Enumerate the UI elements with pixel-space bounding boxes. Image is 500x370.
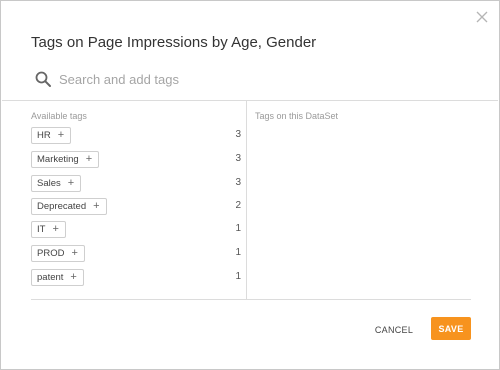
dataset-tags-header: Tags on this DataSet <box>255 111 339 121</box>
tag-count: 1 <box>235 271 241 282</box>
tag-chip-sales[interactable]: Sales + <box>31 175 82 192</box>
list-item: Sales + 3 <box>31 175 241 193</box>
list-item: HR + 3 <box>31 127 241 145</box>
dialog-title: Tags on Page Impressions by Age, Gender <box>31 34 317 51</box>
tag-chip-prod[interactable]: PROD + <box>31 245 85 262</box>
close-icon[interactable] <box>476 11 490 25</box>
tag-count: 1 <box>235 223 241 234</box>
add-tag-icon: + <box>67 177 75 189</box>
tag-count: 2 <box>235 200 241 211</box>
tag-chip-hr[interactable]: HR + <box>31 127 72 144</box>
tag-label: patent <box>37 272 64 283</box>
tag-count: 1 <box>235 247 241 258</box>
tag-label: Deprecated <box>37 201 87 212</box>
list-item: IT + 1 <box>31 221 241 239</box>
add-tag-icon: + <box>57 129 65 141</box>
add-tag-icon: + <box>71 247 78 259</box>
tag-chip-marketing[interactable]: Marketing + <box>31 151 100 168</box>
tag-label: PROD <box>37 248 65 259</box>
add-tag-icon: + <box>70 271 77 283</box>
list-item: Deprecated + 2 <box>31 198 241 216</box>
tag-label: Sales <box>37 178 61 189</box>
add-tag-icon: + <box>52 223 59 235</box>
divider <box>2 100 498 101</box>
list-item: Marketing + 3 <box>31 151 241 169</box>
tag-count: 3 <box>235 129 241 140</box>
list-item: patent + 1 <box>31 269 241 287</box>
footer-divider <box>31 299 471 300</box>
tag-label: Marketing <box>37 154 79 165</box>
cancel-button[interactable]: CANCEL <box>373 322 415 338</box>
search-bar[interactable] <box>31 65 471 93</box>
save-button[interactable]: SAVE <box>431 317 471 340</box>
list-item: PROD + 1 <box>31 245 241 263</box>
column-divider <box>246 101 247 300</box>
tag-label: IT <box>37 224 46 235</box>
search-input[interactable] <box>59 71 439 87</box>
tags-dialog: Tags on Page Impressions by Age, Gender … <box>0 0 500 370</box>
tag-chip-it[interactable]: IT + <box>31 221 66 238</box>
tag-count: 3 <box>235 153 241 164</box>
search-icon <box>35 71 51 87</box>
add-tag-icon: + <box>93 200 100 212</box>
tag-count: 3 <box>235 177 241 188</box>
tag-chip-deprecated[interactable]: Deprecated + <box>31 198 107 215</box>
available-tags-header: Available tags <box>31 111 87 121</box>
tag-label: HR <box>37 130 51 141</box>
tag-chip-patent[interactable]: patent + <box>31 269 84 286</box>
add-tag-icon: + <box>85 153 93 165</box>
